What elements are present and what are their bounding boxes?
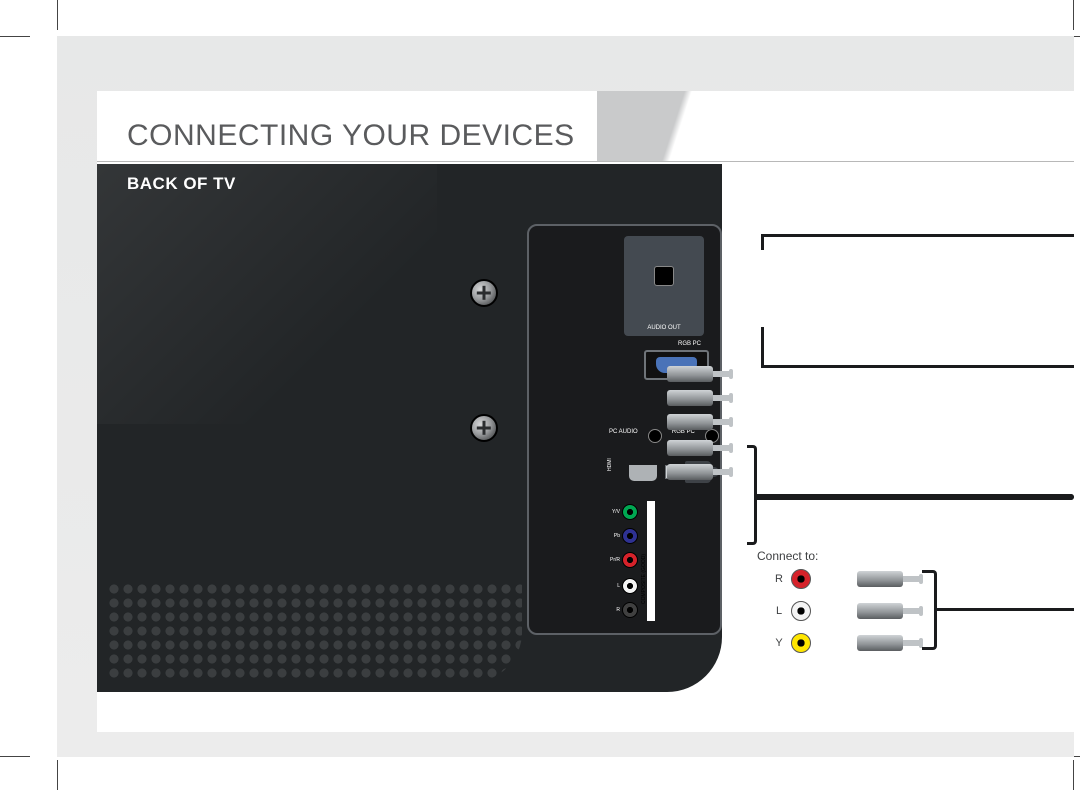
rca-ferrule-icon	[857, 571, 903, 587]
rca-tip-icon	[903, 608, 919, 614]
crop-mark	[57, 0, 58, 30]
rca-ferrule-icon	[667, 390, 713, 406]
rca-tip-icon	[729, 467, 733, 477]
rca-tip-icon	[729, 369, 733, 379]
rca-tip-icon	[729, 417, 733, 427]
audio-out-label: AUDIO OUT	[647, 325, 680, 331]
page-title: CONNECTING YOUR DEVICES	[127, 119, 575, 153]
rca-jack-green-icon	[622, 504, 638, 520]
minijack-icon	[648, 429, 662, 443]
rca-jack-red-icon	[622, 552, 638, 568]
connect-to-jack-r: R	[773, 569, 811, 589]
rca-label-pb: Pb	[597, 533, 622, 539]
rca-cable	[667, 366, 1074, 382]
rca-cable	[857, 635, 923, 651]
content-area: CONNECTING YOUR DEVICES BACK OF TV AUDIO…	[97, 91, 1074, 732]
optical-jack-icon	[654, 266, 674, 286]
rca-ferrule-icon	[667, 366, 713, 382]
rca-ferrule-icon	[667, 414, 713, 430]
tv-gloss	[97, 164, 437, 424]
header-divider	[97, 161, 1074, 162]
rca-cable	[857, 603, 923, 619]
header-diagonal-accent	[597, 91, 757, 161]
rca-port-l: L	[597, 578, 659, 594]
connector-line	[757, 494, 1074, 500]
rca-tip-icon	[713, 395, 729, 401]
rca-port-yv: Y/V	[597, 504, 659, 520]
connect-to-jack-y: Y	[773, 633, 811, 653]
page-panel: CONNECTING YOUR DEVICES BACK OF TV AUDIO…	[57, 36, 1074, 757]
bracket-line	[922, 570, 937, 650]
connect-to-letter-y: Y	[773, 637, 785, 649]
rca-tip-icon	[903, 576, 919, 582]
rca-jack-white-icon	[622, 578, 638, 594]
rca-label-l: L	[597, 583, 622, 589]
rca-jack-black-icon	[622, 602, 638, 618]
pc-audio-label: PC AUDIO	[609, 429, 638, 449]
rca-cable	[667, 414, 1074, 430]
rca-jack-red-icon	[791, 569, 811, 589]
mounting-screw-icon	[470, 414, 498, 442]
rca-ferrule-icon	[857, 603, 903, 619]
crop-mark	[0, 36, 30, 37]
crop-mark	[1073, 0, 1074, 30]
rca-label-yv: Y/V	[597, 509, 622, 515]
rca-label-r: R	[597, 607, 622, 613]
rca-cable	[667, 440, 1074, 456]
rca-tip-icon	[729, 443, 733, 453]
hdmi-label: HDMI	[607, 458, 613, 471]
rca-jack-yellow-icon	[791, 633, 811, 653]
rca-ferrule-icon	[857, 635, 903, 651]
rca-tip-icon	[713, 371, 729, 377]
bracket-line	[747, 445, 757, 545]
crop-mark	[57, 760, 58, 790]
tv-back-panel: BACK OF TV AUDIO OUT RGB PC PC AUDIO RGB	[97, 164, 722, 692]
crop-mark	[0, 756, 30, 757]
hdmi-port-icon	[629, 465, 657, 481]
rca-jack-blue-icon	[622, 528, 638, 544]
rca-port-pb: Pb	[597, 528, 659, 544]
connect-to-letter-r: R	[773, 573, 785, 585]
rca-jack-white-icon	[791, 601, 811, 621]
rca-ferrule-icon	[667, 440, 713, 456]
mounting-screw-icon	[470, 279, 498, 307]
crop-mark	[1073, 760, 1074, 790]
rca-port-pr-r: Pr/R	[597, 552, 659, 568]
connector-line	[761, 234, 1074, 237]
rca-cable	[667, 464, 1074, 480]
rca-port-r: R	[597, 602, 659, 618]
back-of-tv-label: BACK OF TV	[127, 174, 236, 194]
rca-tip-icon	[903, 640, 919, 646]
rgb-pc-label-top: RGB PC	[639, 341, 709, 347]
rca-ferrule-icon	[667, 464, 713, 480]
rca-tip-icon	[729, 393, 733, 403]
rca-cable	[667, 390, 1074, 406]
connect-to-label: Connect to:	[757, 549, 818, 563]
audio-out-port: AUDIO OUT	[624, 236, 704, 336]
connector-line	[761, 327, 764, 365]
connect-to-jack-l: L	[773, 601, 811, 621]
rca-tip-icon	[713, 469, 729, 475]
rca-tip-icon	[713, 419, 729, 425]
speaker-vent-grille	[107, 582, 522, 682]
connector-line	[937, 608, 1074, 611]
rca-cable	[857, 571, 923, 587]
rca-label-pr-r: Pr/R	[597, 557, 622, 563]
hdmi-port: HDMI	[599, 460, 654, 494]
rca-tip-icon	[713, 445, 729, 451]
connect-to-letter-l: L	[773, 605, 785, 617]
